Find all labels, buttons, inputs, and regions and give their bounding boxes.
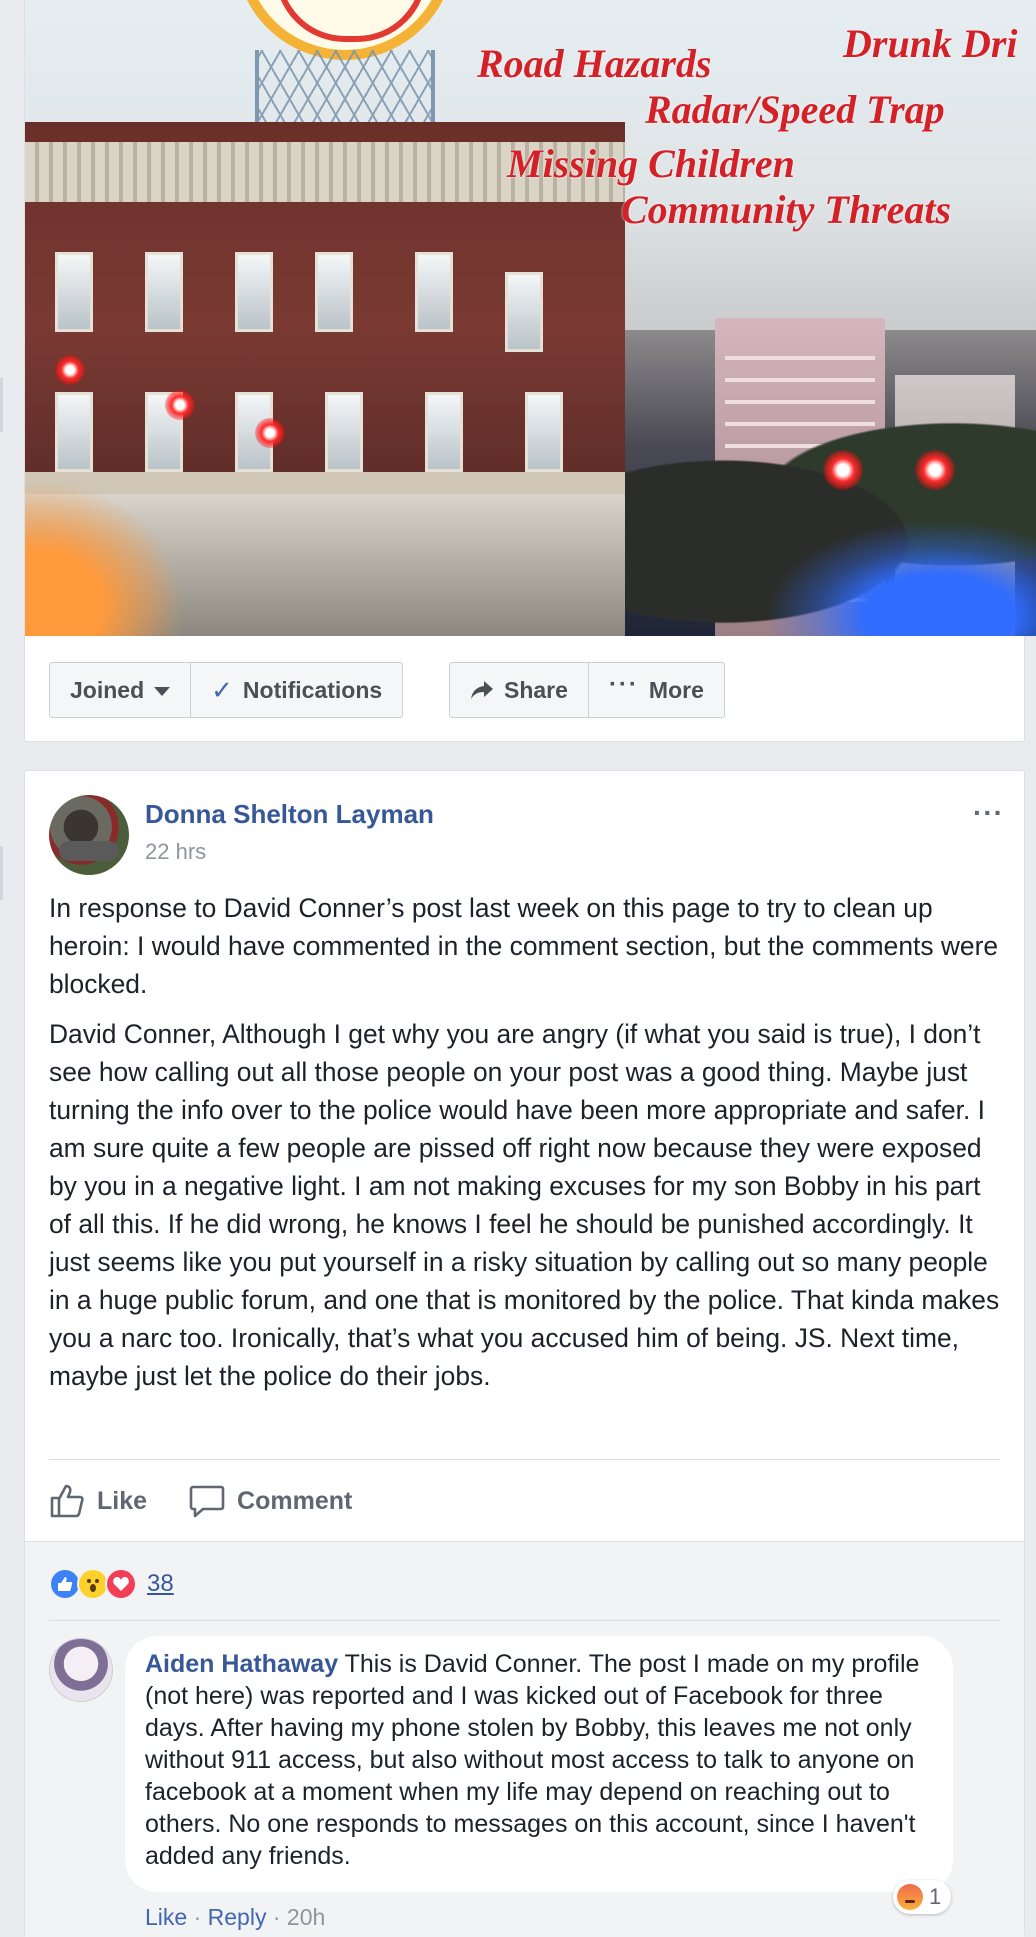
cover-text-road-hazards: Road Hazards [477,41,712,86]
reactions-summary[interactable]: 38 [49,1568,174,1600]
group-header-card: Road Hazards Drunk Dri Radar/Speed Trap … [24,0,1036,742]
comment-bubble-icon [189,1485,225,1518]
post-card: Donna Shelton Layman 22 hrs ··· In respo… [24,770,1025,1937]
cover-text-radar-speed-trap: Radar/Speed Trap [645,87,945,132]
share-button[interactable]: Share [449,662,589,718]
author-avatar[interactable] [49,795,129,875]
comment-reaction-count: 1 [929,1884,942,1909]
reaction-count[interactable]: 38 [147,1570,174,1598]
joined-label: Joined [70,676,145,703]
comment-text: This is David Conner. The post I made on… [145,1650,920,1870]
angry-reaction-icon [897,1884,923,1910]
meta-separator: · [266,1904,287,1930]
like-button[interactable]: Like [49,1479,147,1523]
chevron-down-icon [154,686,171,696]
notifications-button[interactable]: ✓ Notifications [190,662,404,718]
divider [49,1459,1000,1460]
comment-like-link[interactable]: Like [145,1904,187,1930]
edge-marker [0,378,3,432]
comment-reply-link[interactable]: Reply [208,1904,267,1930]
edge-marker [0,846,3,900]
joined-button[interactable]: Joined [49,662,192,718]
membership-button-group: Joined ✓ Notifications [49,662,404,718]
share-more-button-group: Share ··· More [449,662,725,718]
commenter-name[interactable]: Aiden Hathaway [145,1650,338,1678]
cover-text-drunk-driving: Drunk Dri [843,21,1018,66]
share-arrow-icon [471,681,493,699]
post-options-icon[interactable]: ··· [973,797,1004,829]
comment-reaction-badge[interactable]: 1 [893,1880,952,1914]
post-author-name[interactable]: Donna Shelton Layman [145,799,434,830]
commenter-avatar[interactable] [49,1638,113,1702]
left-strip [0,0,24,1936]
cover-text-community-threats: Community Threats [621,187,952,232]
comment-label: Comment [237,1486,353,1515]
post-paragraph-1: In response to David Conner’s post last … [49,893,999,999]
cover-text-missing-children: Missing Children [507,141,795,186]
post-timestamp[interactable]: 22 hrs [145,839,206,865]
checkmark-icon: ✓ [211,674,233,705]
divider [49,1620,1000,1621]
share-label: Share [504,676,568,703]
comment-meta: Like · Reply · 20h [145,1904,325,1931]
post-actions-bar: Like Comment [49,1479,352,1523]
thumbs-up-icon [50,1484,84,1518]
more-label: More [648,676,704,703]
post-paragraph-2: David Conner, Although I get why you are… [49,1019,1000,1391]
comment-button[interactable]: Comment [189,1479,352,1523]
comments-section: 38 Aiden Hathaway This is David Conner. … [25,1541,1024,1937]
more-button[interactable]: ··· More [587,662,725,718]
love-reaction-icon [105,1568,137,1600]
like-label: Like [97,1486,148,1515]
notifications-label: Notifications [242,676,383,703]
meta-separator: · [187,1904,208,1930]
group-cover-photo[interactable]: Road Hazards Drunk Dri Radar/Speed Trap … [25,0,1036,636]
comment-timestamp[interactable]: 20h [287,1904,325,1930]
comment-bubble: Aiden Hathaway This is David Conner. The… [125,1636,953,1892]
more-dots-icon: ··· [608,671,639,698]
